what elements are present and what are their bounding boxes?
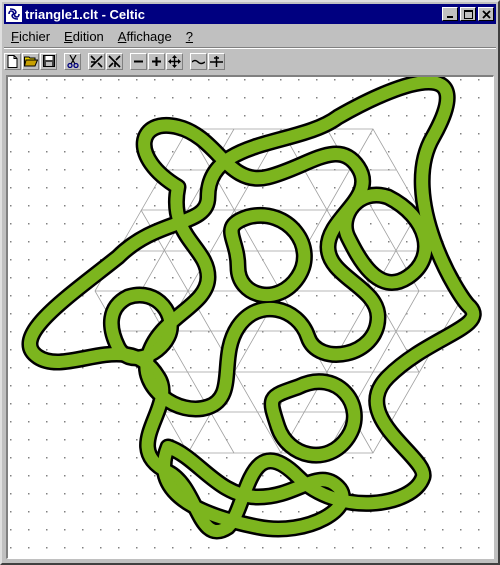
zoom-in-icon xyxy=(152,56,161,66)
knot-drawing[interactable] xyxy=(8,77,493,558)
menu-bar: Fichier Edition Affichage ? xyxy=(4,26,496,46)
open-button[interactable] xyxy=(22,52,39,70)
knot-cross-right-icon xyxy=(108,54,121,68)
maximize-icon xyxy=(463,9,473,19)
menu-fichier[interactable]: Fichier xyxy=(4,29,57,44)
menu-affichage[interactable]: Affichage xyxy=(111,29,179,44)
minimize-button[interactable] xyxy=(442,7,458,21)
move-icon xyxy=(168,54,181,68)
cut-button[interactable] xyxy=(64,52,81,70)
cross-line-icon xyxy=(210,55,223,67)
move-button[interactable] xyxy=(166,52,183,70)
knot-tool-right-button[interactable] xyxy=(106,52,123,70)
open-folder-icon xyxy=(23,56,38,67)
knot-cross-left-icon xyxy=(90,54,103,68)
celtic-app-icon[interactable] xyxy=(6,6,22,22)
toolbar-separator xyxy=(4,47,496,49)
break-line-icon xyxy=(192,59,205,64)
close-button[interactable] xyxy=(478,7,494,21)
cut-scissors-icon xyxy=(66,54,79,68)
save-button[interactable] xyxy=(40,52,57,70)
menu-edition[interactable]: Edition xyxy=(57,29,111,44)
break-line-button[interactable] xyxy=(190,52,207,70)
zoom-in-button[interactable] xyxy=(148,52,165,70)
toolbar xyxy=(4,50,496,72)
close-icon xyxy=(481,9,491,19)
minimize-icon xyxy=(447,16,453,18)
maximize-button[interactable] xyxy=(460,7,476,21)
menu-help[interactable]: ? xyxy=(179,29,200,44)
drawing-canvas[interactable] xyxy=(6,75,494,559)
title-bar[interactable]: triangle1.clt - Celtic xyxy=(4,4,496,24)
zoom-out-button[interactable] xyxy=(130,52,147,70)
save-disk-icon xyxy=(42,55,55,67)
new-button[interactable] xyxy=(4,52,21,70)
zoom-out-icon xyxy=(134,60,143,62)
app-window: triangle1.clt - Celtic Fichier Edition A… xyxy=(0,0,500,565)
cross-line-button[interactable] xyxy=(208,52,225,70)
new-file-icon xyxy=(7,54,18,68)
window-title: triangle1.clt - Celtic xyxy=(25,6,145,22)
knot-tool-left-button[interactable] xyxy=(88,52,105,70)
